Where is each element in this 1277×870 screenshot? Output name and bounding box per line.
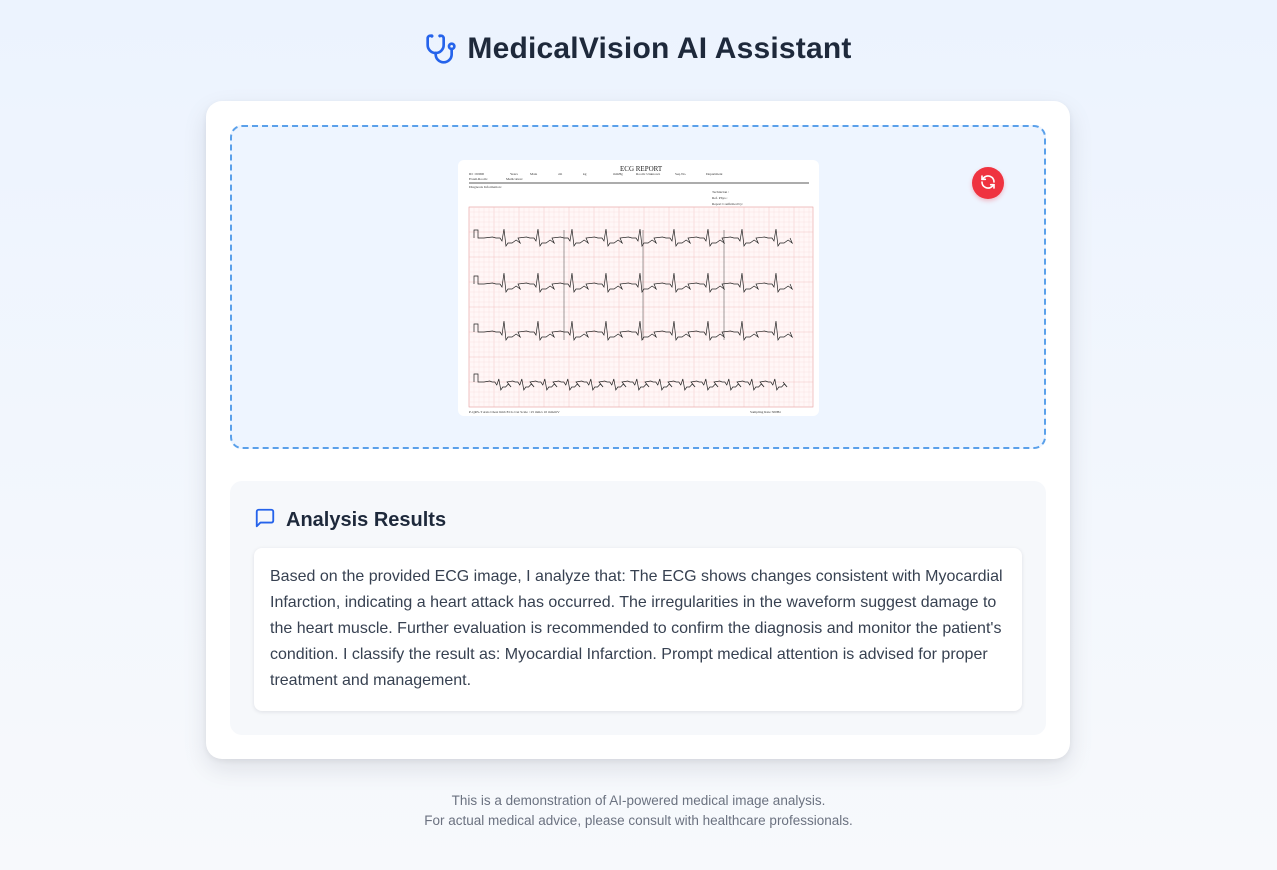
svg-text:Diagnosis Information:: Diagnosis Information: [469, 185, 502, 189]
footer-disclaimer-line-2: For actual medical advice, please consul… [424, 813, 853, 828]
svg-text:Sampling Rate 500Hz: Sampling Rate 500Hz [750, 410, 781, 414]
analysis-text: Based on the provided ECG image, I analy… [270, 568, 1003, 689]
svg-text:Years: Years [510, 172, 518, 176]
refresh-icon [980, 174, 996, 193]
app-header: MedicalVision AI Assistant [0, 32, 1277, 66]
results-header: Analysis Results [254, 507, 446, 534]
svg-text:Male: Male [530, 172, 538, 176]
results-body: Based on the provided ECG image, I analy… [254, 548, 1022, 711]
svg-text:Department: Department [706, 172, 723, 176]
footer-disclaimer-line-1: This is a demonstration of AI-powered me… [451, 793, 826, 808]
main-card: ECG REPORT ID : 00000 Years Male cm kg m… [206, 101, 1070, 759]
page-footer: This is a demonstration of AI-powered me… [0, 791, 1277, 831]
chat-bubble-icon [254, 507, 276, 534]
svg-text:P-QRS-T Axis Chest limb ECG: P-QRS-T Axis Chest limb ECG Cut Scale : … [469, 410, 560, 414]
reset-image-button[interactable] [972, 167, 1004, 199]
image-dropzone[interactable]: ECG REPORT ID : 00000 Years Male cm kg m… [230, 125, 1046, 449]
app-title: MedicalVision AI Assistant [467, 32, 852, 65]
svg-text:kg: kg [583, 172, 587, 176]
svg-text:Technician :: Technician : [712, 190, 729, 194]
analysis-results-panel: Analysis Results Based on the provided E… [230, 481, 1046, 735]
svg-text:Exam.Room:: Exam.Room: [469, 177, 488, 181]
svg-text:Medication:: Medication: [506, 177, 523, 181]
svg-text:Ref. Phys.:: Ref. Phys.: [712, 196, 727, 200]
svg-text:Room: Unknown: Room: Unknown [636, 172, 660, 176]
svg-text:ID : 00000: ID : 00000 [469, 172, 484, 176]
svg-text:mmHg: mmHg [613, 172, 623, 176]
svg-text:cm: cm [558, 172, 563, 176]
svg-text:Seq.No.: Seq.No. [675, 172, 686, 176]
ecg-image-preview: ECG REPORT ID : 00000 Years Male cm kg m… [458, 160, 819, 416]
svg-text:Report Confirmed by:: Report Confirmed by: [712, 202, 743, 206]
stethoscope-icon [425, 33, 457, 65]
results-heading: Analysis Results [286, 509, 447, 531]
